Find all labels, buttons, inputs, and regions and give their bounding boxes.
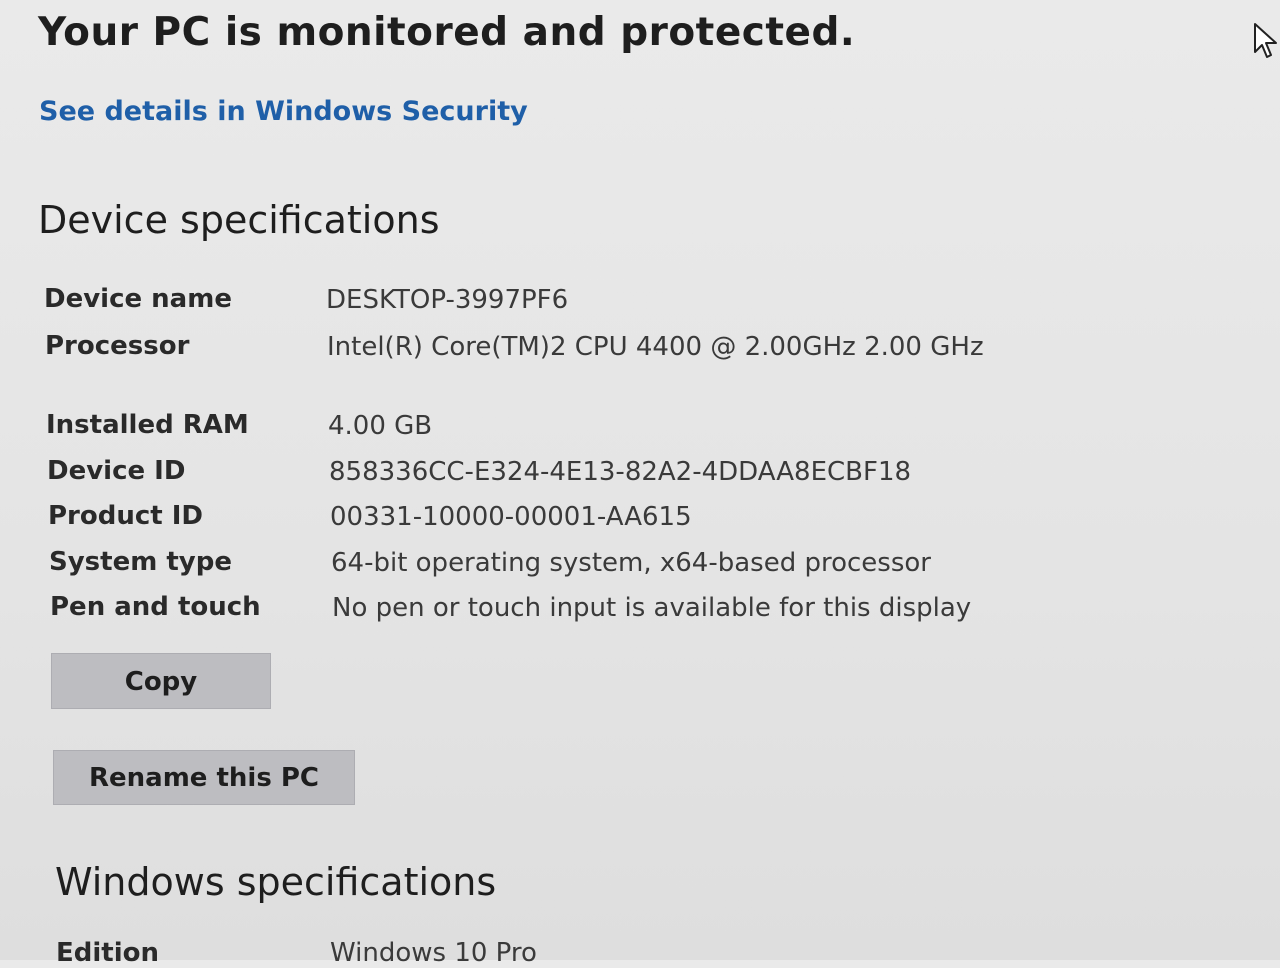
copy-button[interactable]: Copy [51,653,271,709]
mouse-pointer-icon [1254,23,1277,58]
spec-label: Processor [45,331,190,361]
spec-value: No pen or touch input is available for t… [332,593,972,623]
spec-value: 64-bit operating system, x64-based proce… [331,548,931,578]
device-specifications-heading: Device specifications [38,198,440,242]
windows-security-link[interactable]: See details in Windows Security [39,96,528,127]
spec-label: Product ID [48,501,204,531]
status-heading: Your PC is monitored and protected. [38,10,856,55]
windows-specifications-heading: Windows specifications [55,860,497,904]
spec-label: Pen and touch [50,592,261,622]
spec-value: 4.00 GB [328,411,433,441]
spec-label: System type [49,547,232,577]
spec-value: Windows 10 Pro [330,938,537,968]
rename-pc-button[interactable]: Rename this PC [53,750,355,805]
spec-value: 858336CC-E324-4E13-82A2-4DDAA8ECBF18 [329,457,912,487]
spec-label: Edition [56,938,159,968]
spec-label: Installed RAM [46,410,249,440]
spec-value: Intel(R) Core(TM)2 CPU 4400 @ 2.00GHz 2.… [327,332,984,362]
spec-label: Device name [44,284,232,314]
spec-value: DESKTOP-3997PF6 [326,285,569,315]
spec-value: 00331-10000-00001-AA615 [330,502,692,532]
spec-label: Device ID [47,456,186,486]
